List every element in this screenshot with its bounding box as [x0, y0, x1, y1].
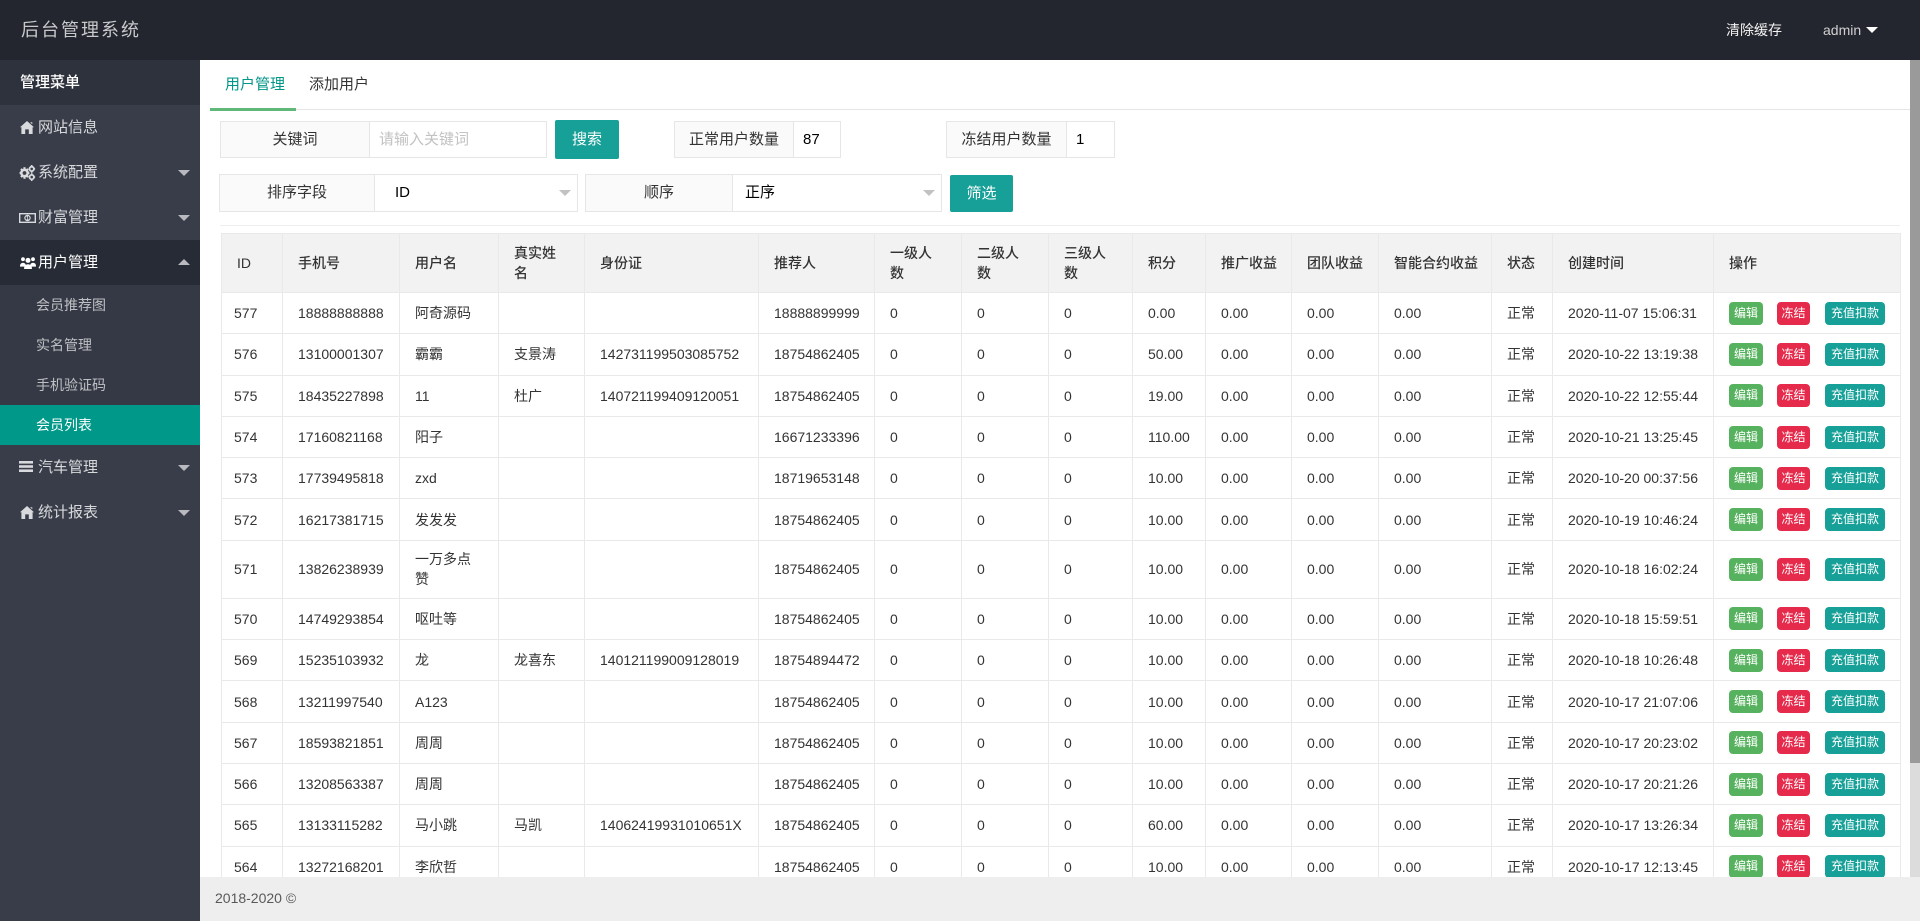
svg-text:1: 1	[26, 216, 29, 222]
